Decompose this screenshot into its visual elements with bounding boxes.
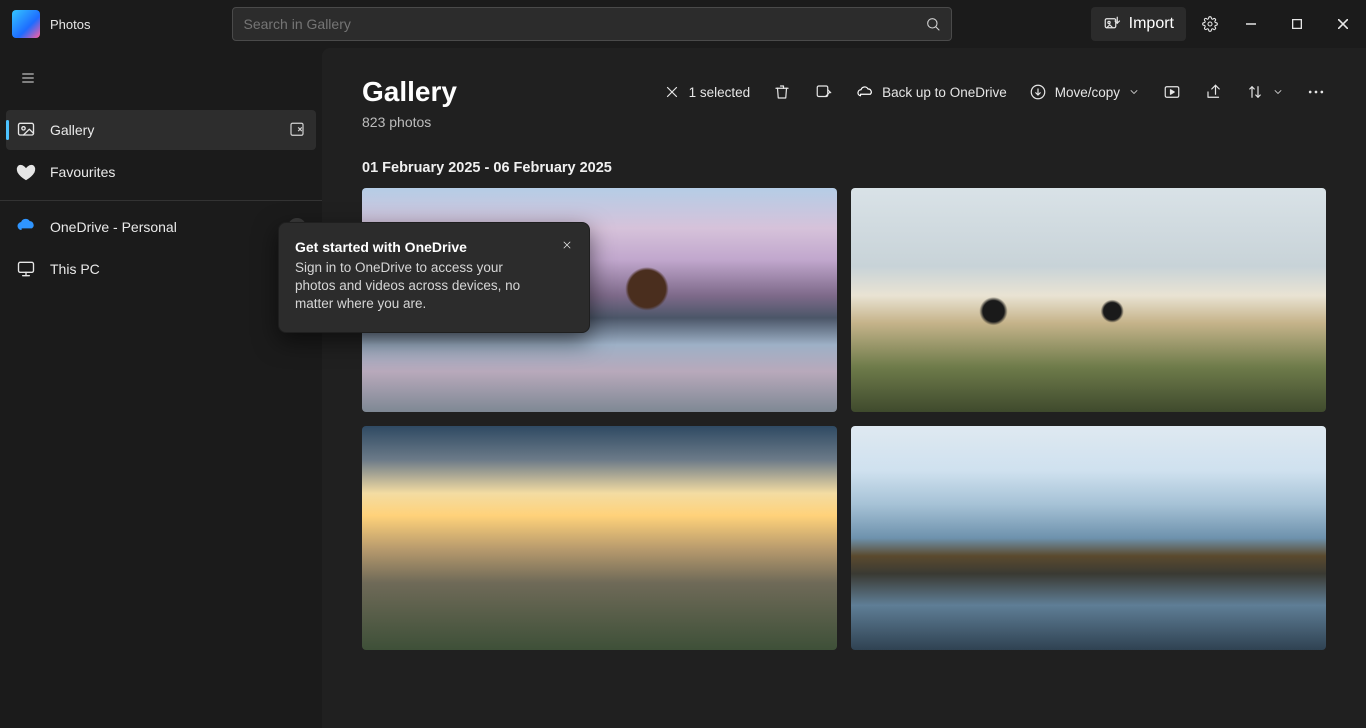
trash-icon: [773, 83, 791, 101]
close-icon: [561, 239, 573, 251]
photo-thumbnail[interactable]: [851, 426, 1326, 650]
sort-icon: [1246, 83, 1264, 101]
tooltip-close-button[interactable]: [555, 233, 579, 257]
import-icon: [1103, 15, 1121, 33]
backup-label: Back up to OneDrive: [882, 85, 1007, 100]
move-icon: [1029, 83, 1047, 101]
sidebar-item-thispc[interactable]: This PC: [6, 249, 316, 289]
sidebar-item-onedrive[interactable]: OneDrive - Personal: [6, 207, 316, 247]
toolbar: 1 selected Back up to OneDrive Move/copy: [663, 82, 1326, 102]
hamburger-button[interactable]: [8, 60, 48, 96]
more-button[interactable]: [1306, 82, 1326, 102]
gear-icon: [1202, 16, 1218, 32]
sidebar-separator: [0, 200, 322, 201]
page-title: Gallery: [362, 76, 457, 108]
import-label: Import: [1129, 15, 1174, 33]
app-name: Photos: [50, 17, 90, 32]
tooltip-title: Get started with OneDrive: [295, 239, 545, 255]
filter-icon[interactable]: [288, 121, 306, 139]
window-maximize-button[interactable]: [1274, 0, 1320, 48]
movecopy-label: Move/copy: [1055, 85, 1120, 100]
slideshow-icon: [1163, 83, 1181, 101]
chevron-down-icon: [1272, 86, 1284, 98]
sidebar-item-label: Favourites: [50, 164, 115, 180]
maximize-icon: [1292, 19, 1302, 29]
close-icon: [663, 83, 681, 101]
share-icon: [1205, 83, 1223, 101]
import-button[interactable]: Import: [1091, 7, 1186, 41]
cloud-icon: [856, 83, 874, 101]
backup-onedrive-button[interactable]: Back up to OneDrive: [856, 83, 1007, 101]
move-copy-button[interactable]: Move/copy: [1029, 83, 1140, 101]
heart-icon: [16, 162, 36, 182]
onedrive-tooltip: Get started with OneDrive Sign in to One…: [278, 222, 590, 333]
search-icon: [925, 16, 941, 32]
titlebar: Photos Import: [0, 0, 1366, 48]
window-close-button[interactable]: [1320, 0, 1366, 48]
sidebar-item-label: Gallery: [50, 122, 94, 138]
edit-image-icon: [815, 83, 833, 101]
clear-selection-button[interactable]: 1 selected: [663, 83, 751, 101]
search-box[interactable]: [232, 7, 952, 41]
date-range-label: 01 February 2025 - 06 February 2025: [362, 160, 1326, 176]
sidebar-item-label: This PC: [50, 261, 100, 277]
photo-count-label: 823 photos: [362, 114, 1326, 130]
monitor-icon: [16, 259, 36, 279]
edit-image-button[interactable]: [814, 83, 834, 101]
chevron-down-icon: [1128, 86, 1140, 98]
slideshow-button[interactable]: [1162, 83, 1182, 101]
window-minimize-button[interactable]: [1228, 0, 1274, 48]
delete-button[interactable]: [772, 83, 792, 101]
sidebar-item-favourites[interactable]: Favourites: [6, 152, 316, 192]
settings-button[interactable]: [1192, 0, 1228, 48]
search-input[interactable]: [243, 16, 925, 32]
hamburger-icon: [20, 70, 36, 86]
sidebar-item-gallery[interactable]: Gallery: [6, 110, 316, 150]
gallery-icon: [16, 120, 36, 140]
share-button[interactable]: [1204, 83, 1224, 101]
sort-button[interactable]: [1246, 83, 1284, 101]
main-content: Gallery 1 selected Back up to OneDrive: [322, 48, 1366, 728]
sidebar-item-label: OneDrive - Personal: [50, 219, 177, 235]
minimize-icon: [1246, 19, 1256, 29]
close-icon: [1338, 19, 1348, 29]
tooltip-body: Sign in to OneDrive to access your photo…: [295, 259, 545, 314]
onedrive-icon: [16, 216, 36, 236]
photo-thumbnail[interactable]: [851, 188, 1326, 412]
more-icon: [1306, 82, 1326, 102]
selection-count-label: 1 selected: [689, 85, 751, 100]
sidebar: Gallery Favourites OneDrive - Personal T…: [0, 48, 322, 728]
app-icon: [12, 10, 40, 38]
photo-thumbnail[interactable]: [362, 426, 837, 650]
